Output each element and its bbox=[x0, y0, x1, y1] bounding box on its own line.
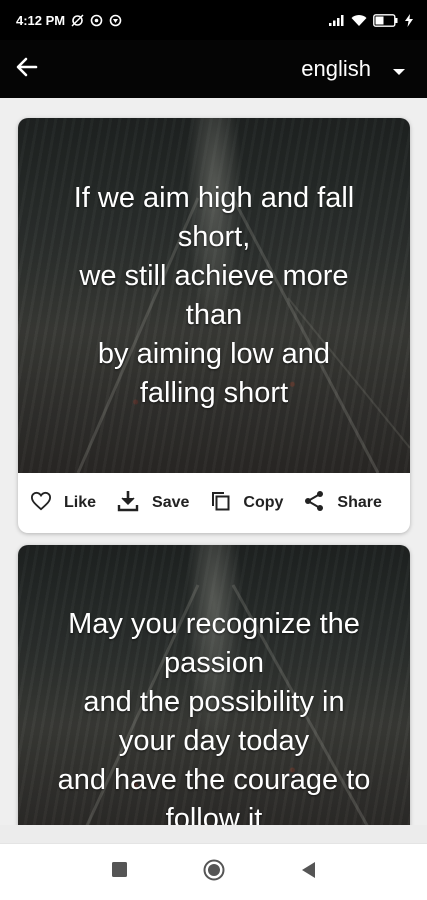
circle-icon bbox=[203, 859, 225, 886]
charging-icon bbox=[405, 13, 413, 27]
save-button[interactable]: Save bbox=[116, 489, 189, 518]
save-label: Save bbox=[152, 494, 190, 511]
like-label: Like bbox=[64, 494, 97, 511]
quote-image: May you recognize the passion and the po… bbox=[18, 545, 410, 825]
like-button[interactable]: Like bbox=[30, 491, 96, 516]
caret-down-icon bbox=[393, 56, 405, 82]
copy-icon bbox=[209, 490, 231, 517]
status-bar: 4:12 PM bbox=[0, 0, 427, 40]
signal-icon bbox=[329, 14, 345, 26]
language-dropdown[interactable]: english bbox=[301, 56, 411, 82]
share-label: Share bbox=[337, 494, 382, 511]
language-label: english bbox=[301, 56, 371, 81]
quote-card: May you recognize the passion and the po… bbox=[18, 545, 410, 825]
home-button[interactable] bbox=[202, 859, 226, 886]
download-icon bbox=[116, 489, 140, 518]
square-icon bbox=[112, 862, 127, 882]
back-nav-button[interactable] bbox=[296, 860, 320, 884]
heart-outline-icon bbox=[30, 491, 52, 516]
quote-list[interactable]: If we aim high and fall short, we still … bbox=[0, 98, 427, 825]
copy-button[interactable]: Copy bbox=[209, 490, 283, 517]
app-bar: english bbox=[0, 40, 427, 98]
quote-text: If we aim high and fall short, we still … bbox=[73, 181, 355, 409]
status-time: 4:12 PM bbox=[16, 12, 66, 28]
quote-card: If we aim high and fall short, we still … bbox=[18, 118, 410, 533]
back-button[interactable] bbox=[16, 51, 52, 87]
status-right bbox=[329, 13, 413, 27]
quote-image: If we aim high and fall short, we still … bbox=[18, 118, 410, 473]
system-navigation-bar bbox=[0, 843, 427, 900]
share-button[interactable]: Share bbox=[303, 490, 382, 517]
whatsapp-icon bbox=[90, 14, 103, 27]
copy-label: Copy bbox=[243, 494, 284, 511]
wifi-icon bbox=[351, 14, 367, 27]
battery-icon bbox=[373, 13, 399, 27]
status-left: 4:12 PM bbox=[16, 13, 122, 28]
triangle-left-icon bbox=[301, 861, 315, 883]
share-icon bbox=[303, 490, 325, 517]
arrow-left-icon bbox=[16, 57, 38, 82]
settings-icon bbox=[71, 14, 84, 27]
quote-text: May you recognize the passion and the po… bbox=[57, 608, 371, 825]
notification-icon bbox=[109, 14, 122, 27]
card-actions: Like Save Copy Share bbox=[18, 473, 410, 533]
recents-button[interactable] bbox=[108, 860, 132, 884]
